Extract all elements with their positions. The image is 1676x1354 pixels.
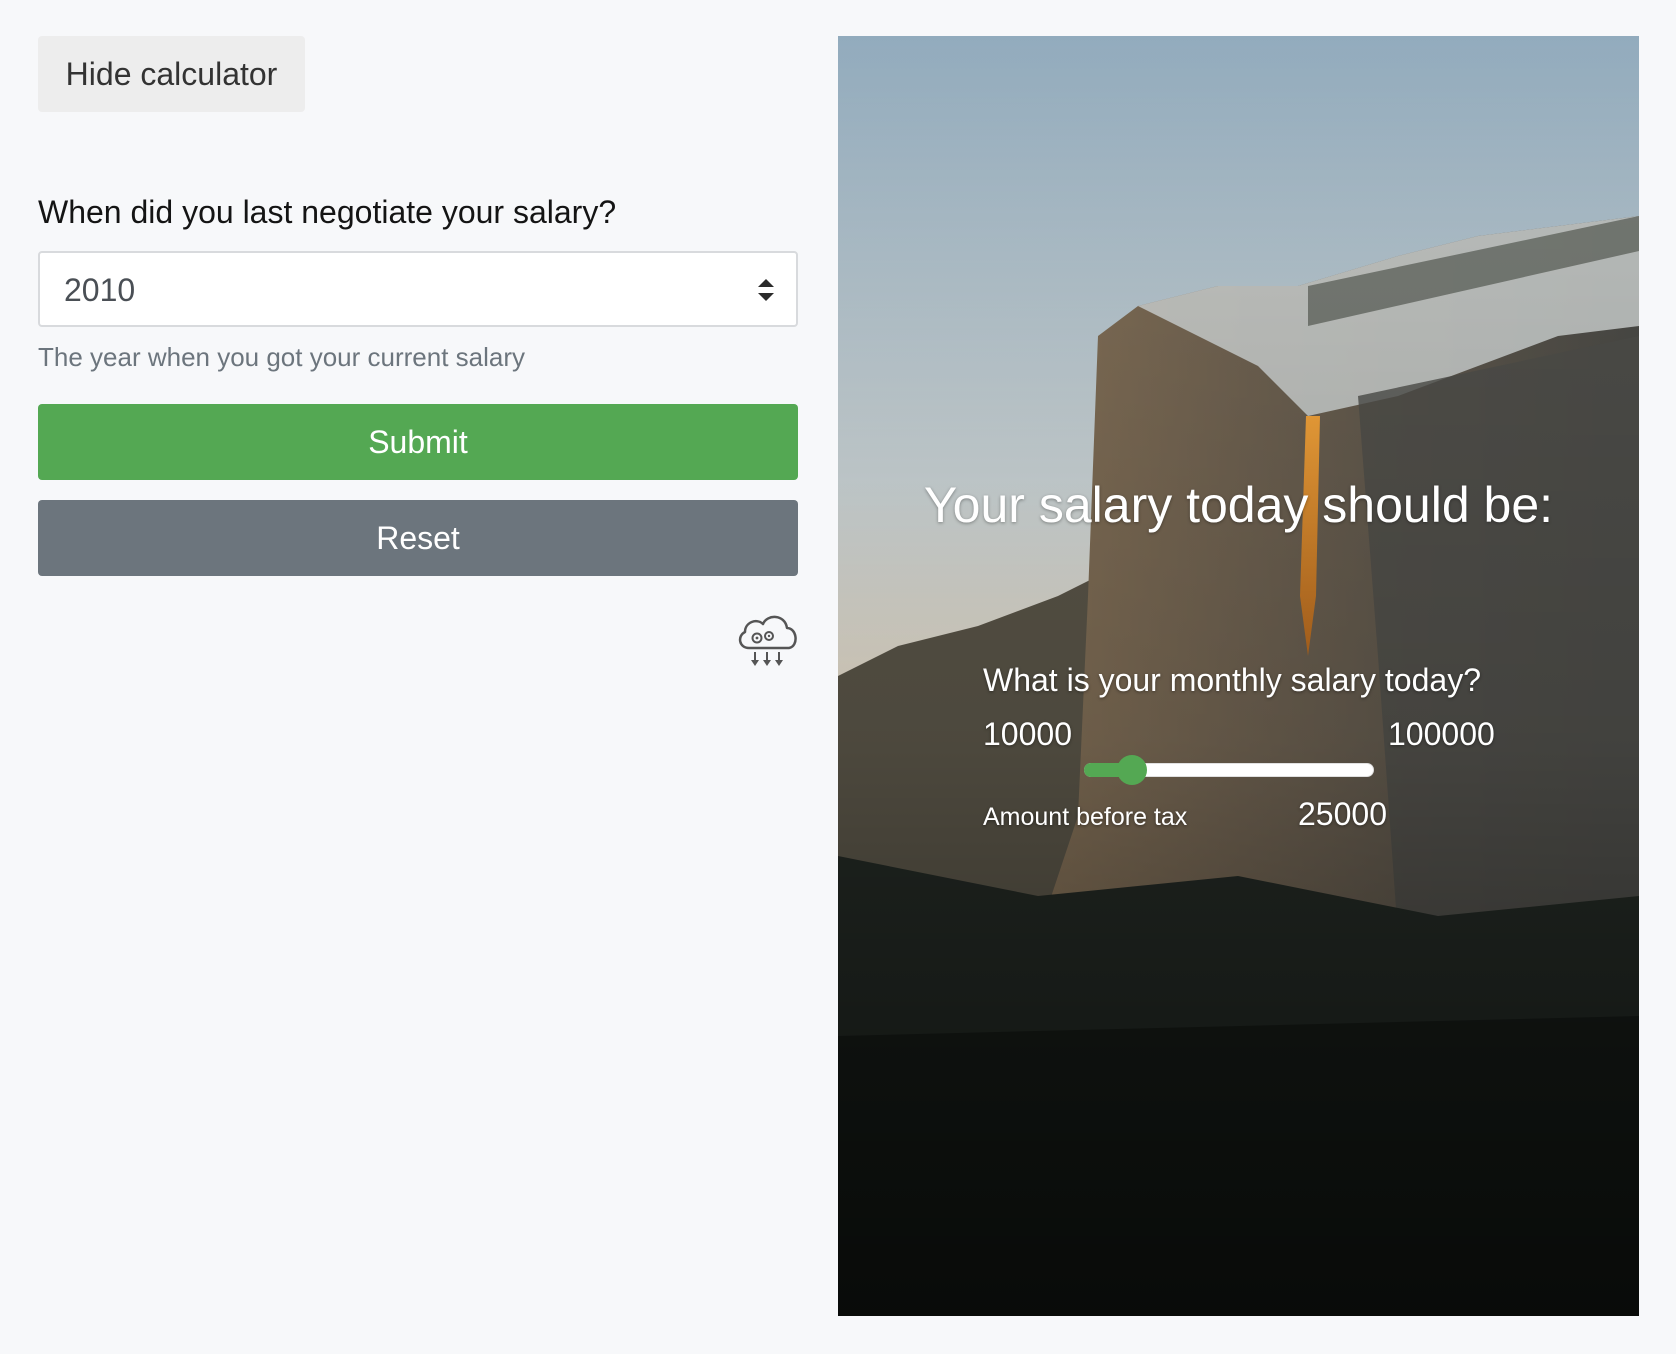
monthly-salary-slider[interactable] xyxy=(1084,753,1374,787)
reset-button[interactable]: Reset xyxy=(38,500,798,576)
amount-before-tax-label: Amount before tax xyxy=(983,803,1188,831)
hero-image-panel: Your salary today should be: What is you… xyxy=(838,36,1639,1316)
submit-button[interactable]: Submit xyxy=(38,404,798,480)
year-help-text: The year when you got your current salar… xyxy=(38,342,526,372)
slider-thumb[interactable] xyxy=(1117,755,1147,785)
slider-min-label: 10000 xyxy=(983,716,1072,752)
current-salary-value: 25000 xyxy=(1298,796,1387,832)
salary-question-label: When did you last negotiate your salary? xyxy=(38,194,617,230)
slider-max-label: 100000 xyxy=(1388,716,1495,752)
salary-result-title: Your salary today should be: xyxy=(923,477,1554,533)
year-select-value: 2010 xyxy=(64,272,136,308)
sort-arrows-icon xyxy=(758,279,774,301)
year-select[interactable]: 2010 xyxy=(38,251,798,327)
cloud-gears-icon xyxy=(738,615,797,666)
hide-calculator-button[interactable]: Hide calculator xyxy=(38,36,305,112)
monthly-salary-label: What is your monthly salary today? xyxy=(983,662,1481,698)
